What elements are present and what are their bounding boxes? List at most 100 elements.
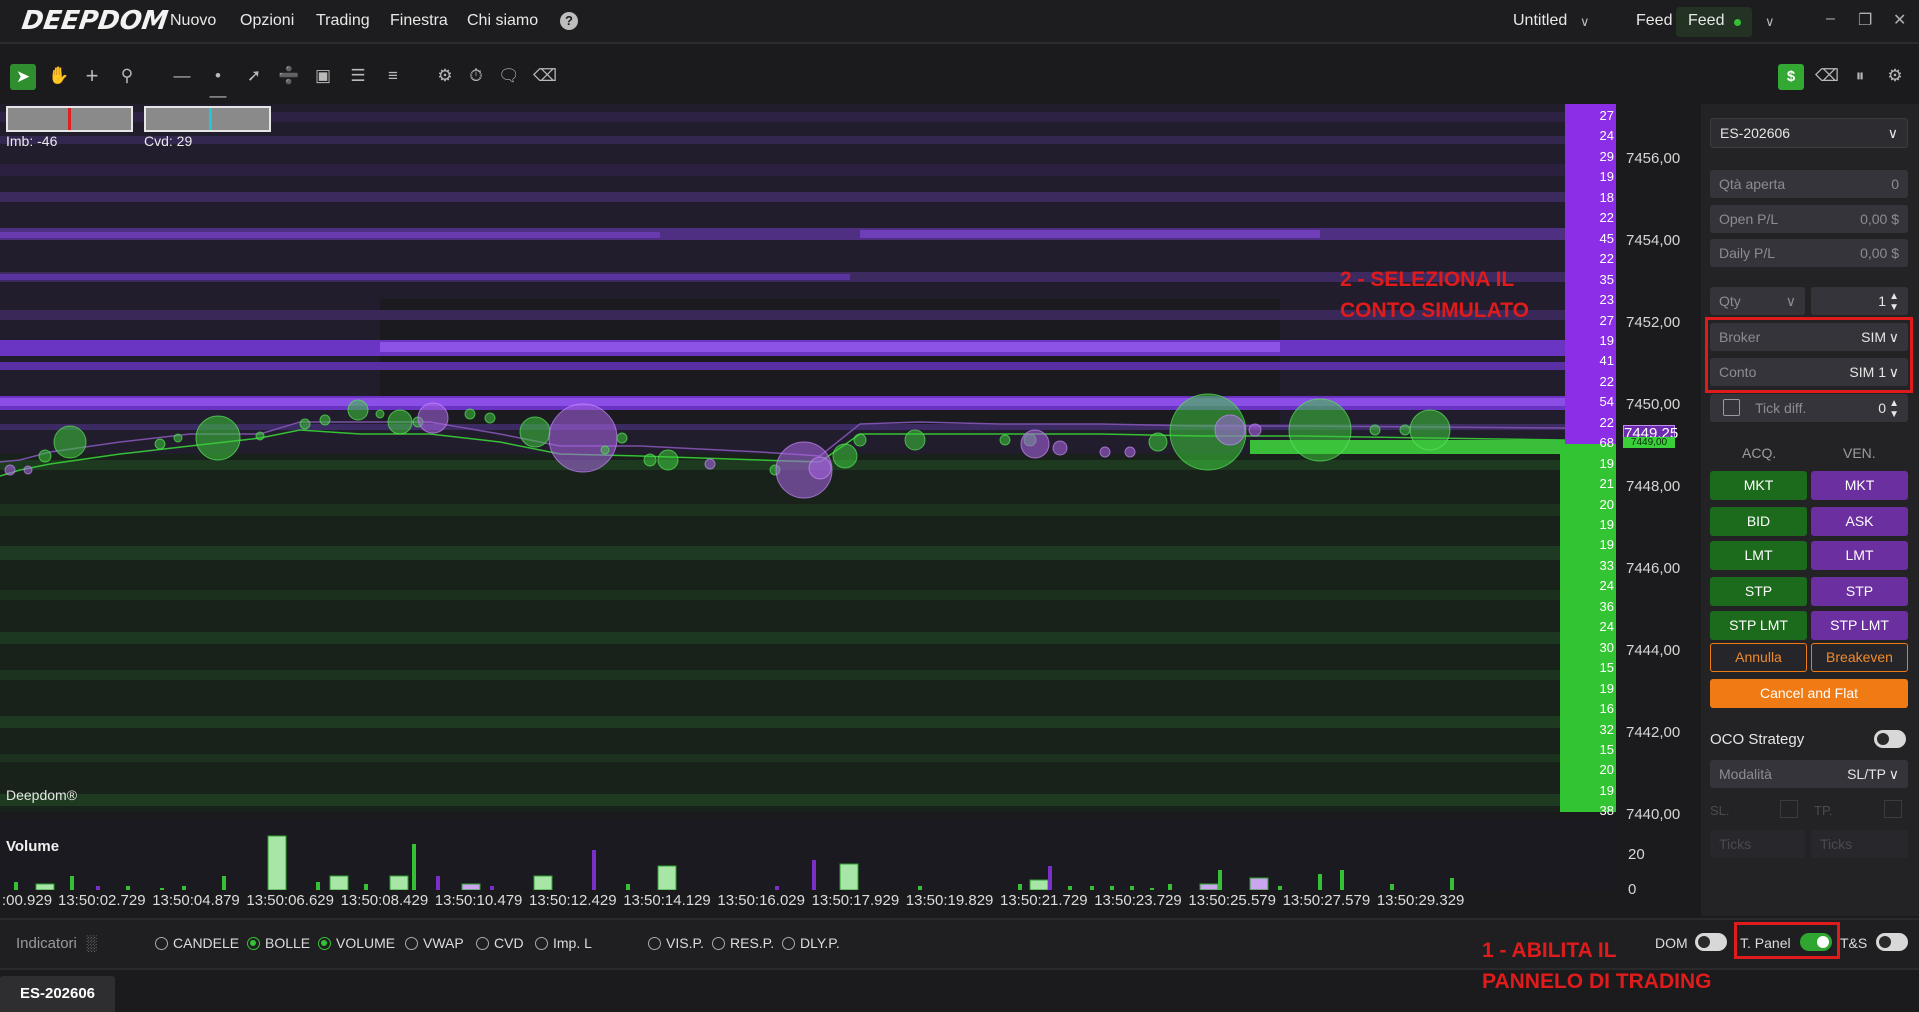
tab-es-202606[interactable]: ES-202606 <box>0 976 115 1012</box>
rectangle-icon[interactable]: ▣ <box>313 66 333 86</box>
volume-bar <box>1318 874 1322 890</box>
sl-checkbox[interactable] <box>1780 800 1798 818</box>
sl-ticks-field[interactable]: Ticks <box>1710 830 1805 858</box>
settings-sliders-icon[interactable]: ⚙ <box>435 66 455 86</box>
price-tick: 7454,00 <box>1626 232 1681 249</box>
indicator-option-label: Imp. L <box>553 935 592 951</box>
indicators-label[interactable]: Indicatori <box>16 935 77 952</box>
bar-chart-icon[interactable]: ░ <box>86 935 97 952</box>
menu-chi-siamo[interactable]: Chi siamo <box>467 12 538 30</box>
volume-bar <box>626 884 630 890</box>
price-tick: 7450,00 <box>1626 396 1681 413</box>
close-icon[interactable]: ✕ <box>1893 10 1906 30</box>
tp-checkbox[interactable] <box>1884 800 1902 818</box>
dom-size-label: 24 <box>1599 619 1614 635</box>
indicator-option[interactable]: Imp. L <box>535 935 592 951</box>
qty-stepper[interactable]: 1 ▲ ▼ <box>1811 287 1908 315</box>
tick-diff-field[interactable]: Tick diff. 0 ▲ ▼ <box>1710 394 1908 422</box>
hand-icon[interactable]: ✋ <box>48 66 69 86</box>
volume-bar <box>389 875 409 891</box>
app-logo: DEEPDOM <box>19 6 170 36</box>
crosshair-icon[interactable]: + <box>82 65 102 87</box>
gear-icon[interactable]: ⚙ <box>1885 66 1905 86</box>
radio-icon <box>712 937 725 950</box>
comment-icon[interactable]: 🗨 <box>498 66 520 86</box>
profile-option[interactable]: RES.P. <box>712 935 774 951</box>
buy-button[interactable]: MKT <box>1710 471 1807 500</box>
trade-bubble <box>1369 424 1381 436</box>
indicator-option[interactable]: VOLUME <box>318 935 395 951</box>
workspace-chevron-icon[interactable]: ∨ <box>1580 14 1590 30</box>
workspace-name[interactable]: Untitled <box>1513 12 1567 30</box>
menu-opzioni[interactable]: Opzioni <box>240 12 294 30</box>
dom-size-label: 27 <box>1599 312 1614 328</box>
buy-button[interactable]: BID <box>1710 507 1807 536</box>
trade-bubble <box>173 433 183 443</box>
symbol-select[interactable]: ES-202606 ∨ <box>1710 118 1908 148</box>
buy-button[interactable]: LMT <box>1710 541 1807 570</box>
help-icon[interactable]: ? <box>560 12 578 30</box>
timer-icon[interactable]: ⏱ <box>466 66 486 86</box>
eraser-right-icon[interactable]: ⌫ <box>1815 66 1839 86</box>
cancel-and-flat-button[interactable]: Cancel and Flat <box>1710 679 1908 708</box>
indicator-option[interactable]: CANDELE <box>155 935 239 951</box>
qty-select[interactable]: Qty ∨ <box>1710 287 1805 315</box>
indicator-option[interactable]: CVD <box>476 935 524 951</box>
hline-icon[interactable]: — <box>172 66 192 86</box>
volume-bar <box>1390 884 1394 890</box>
time-tick: 13:50:21.729 <box>1000 892 1088 909</box>
tick-diff-checkbox[interactable] <box>1723 399 1740 416</box>
modalita-select[interactable]: Modalità SL/TP ∨ <box>1710 760 1908 788</box>
menu-nuovo[interactable]: Nuovo <box>170 12 216 30</box>
menu-finestra[interactable]: Finestra <box>390 12 448 30</box>
sell-button[interactable]: STP <box>1811 577 1908 606</box>
trade-bubble <box>1288 398 1352 462</box>
trade-bubble <box>387 409 413 435</box>
highlight-tpanel <box>1734 922 1840 959</box>
trade-bubble <box>853 433 867 447</box>
minimize-icon[interactable]: – <box>1826 10 1835 28</box>
zoom-icon[interactable]: ⚲ <box>117 66 137 86</box>
sell-button[interactable]: ASK <box>1811 507 1908 536</box>
oco-toggle[interactable] <box>1874 730 1906 748</box>
profile-option[interactable]: VIS.P. <box>648 935 704 951</box>
feed-status[interactable]: Feed <box>1676 7 1752 37</box>
trade-bubble <box>1052 440 1068 456</box>
trade-bubble <box>1020 429 1050 459</box>
dom-size-label: 19 <box>1599 680 1614 696</box>
sell-button[interactable]: LMT <box>1811 541 1908 570</box>
ts-toggle[interactable] <box>1876 933 1908 951</box>
buy-button[interactable]: STP <box>1710 577 1807 606</box>
volume-bar <box>1168 884 1172 890</box>
maximize-icon[interactable]: ❐ <box>1858 10 1872 30</box>
profile-option[interactable]: DLY.P. <box>782 935 840 951</box>
fib-icon[interactable]: ≡ <box>383 66 403 86</box>
measure-icon[interactable]: ➗ <box>278 66 299 86</box>
trade-bubble <box>657 449 679 471</box>
sell-button[interactable]: MKT <box>1811 471 1908 500</box>
buy-button[interactable]: STP LMT <box>1710 611 1807 640</box>
pointer-icon[interactable]: ➤ <box>10 64 36 90</box>
dom-size-label: 54 <box>1599 394 1614 410</box>
indicator-option[interactable]: BOLLE <box>247 935 310 951</box>
dom-size-label: 15 <box>1599 741 1614 757</box>
eraser-icon[interactable]: ⌫ <box>533 66 557 86</box>
breakeven-button[interactable]: Breakeven <box>1811 643 1908 672</box>
trade-bubble <box>23 465 33 475</box>
feed-label: Feed <box>1636 12 1673 29</box>
menu-trading[interactable]: Trading <box>316 12 370 30</box>
price-axis[interactable] <box>1616 104 1686 916</box>
ray-icon[interactable]: •— <box>208 66 228 105</box>
annulla-button[interactable]: Annulla <box>1710 643 1807 672</box>
tp-ticks-field[interactable]: Ticks <box>1811 830 1908 858</box>
dollar-icon[interactable]: $ <box>1778 64 1804 90</box>
pause-icon[interactable]: ⏸ <box>1850 66 1870 86</box>
indicator-option[interactable]: VWAP <box>405 935 464 951</box>
price-tick: 7456,00 <box>1626 150 1681 167</box>
feed-chevron-icon[interactable]: ∨ <box>1765 14 1775 30</box>
sell-button[interactable]: STP LMT <box>1811 611 1908 640</box>
trade-bubble <box>1399 424 1411 436</box>
lines-icon[interactable]: ☰ <box>348 66 368 86</box>
volume-pane[interactable] <box>0 820 1616 891</box>
trendline-icon[interactable]: ➚ <box>244 66 264 86</box>
